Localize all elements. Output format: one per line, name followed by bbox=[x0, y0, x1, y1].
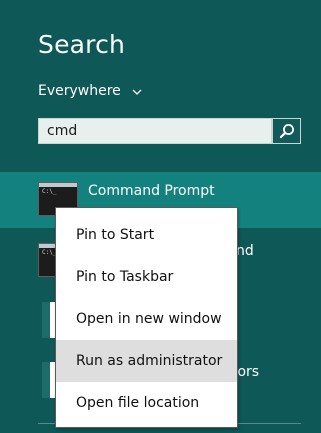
search-scope-dropdown[interactable]: Everywhere bbox=[38, 83, 143, 99]
menu-item-pin-to-taskbar[interactable]: Pin to Taskbar bbox=[56, 256, 237, 298]
menu-item-open-in-new-window[interactable]: Open in new window bbox=[56, 298, 237, 340]
search-input[interactable] bbox=[38, 118, 272, 144]
search-icon bbox=[279, 124, 294, 139]
menu-item-run-as-administrator[interactable]: Run as administrator bbox=[56, 340, 237, 382]
result-label: Command Prompt bbox=[88, 183, 215, 199]
context-menu: Pin to Start Pin to Taskbar Open in new … bbox=[55, 207, 238, 428]
menu-item-open-file-location[interactable]: Open file location bbox=[56, 382, 237, 424]
result-label-partial: nd bbox=[236, 243, 254, 259]
search-title: Search bbox=[38, 30, 126, 59]
search-scope-label: Everywhere bbox=[38, 83, 121, 99]
search-button[interactable] bbox=[272, 118, 301, 144]
menu-item-pin-to-start[interactable]: Pin to Start bbox=[56, 214, 237, 256]
chevron-down-icon bbox=[132, 89, 142, 95]
